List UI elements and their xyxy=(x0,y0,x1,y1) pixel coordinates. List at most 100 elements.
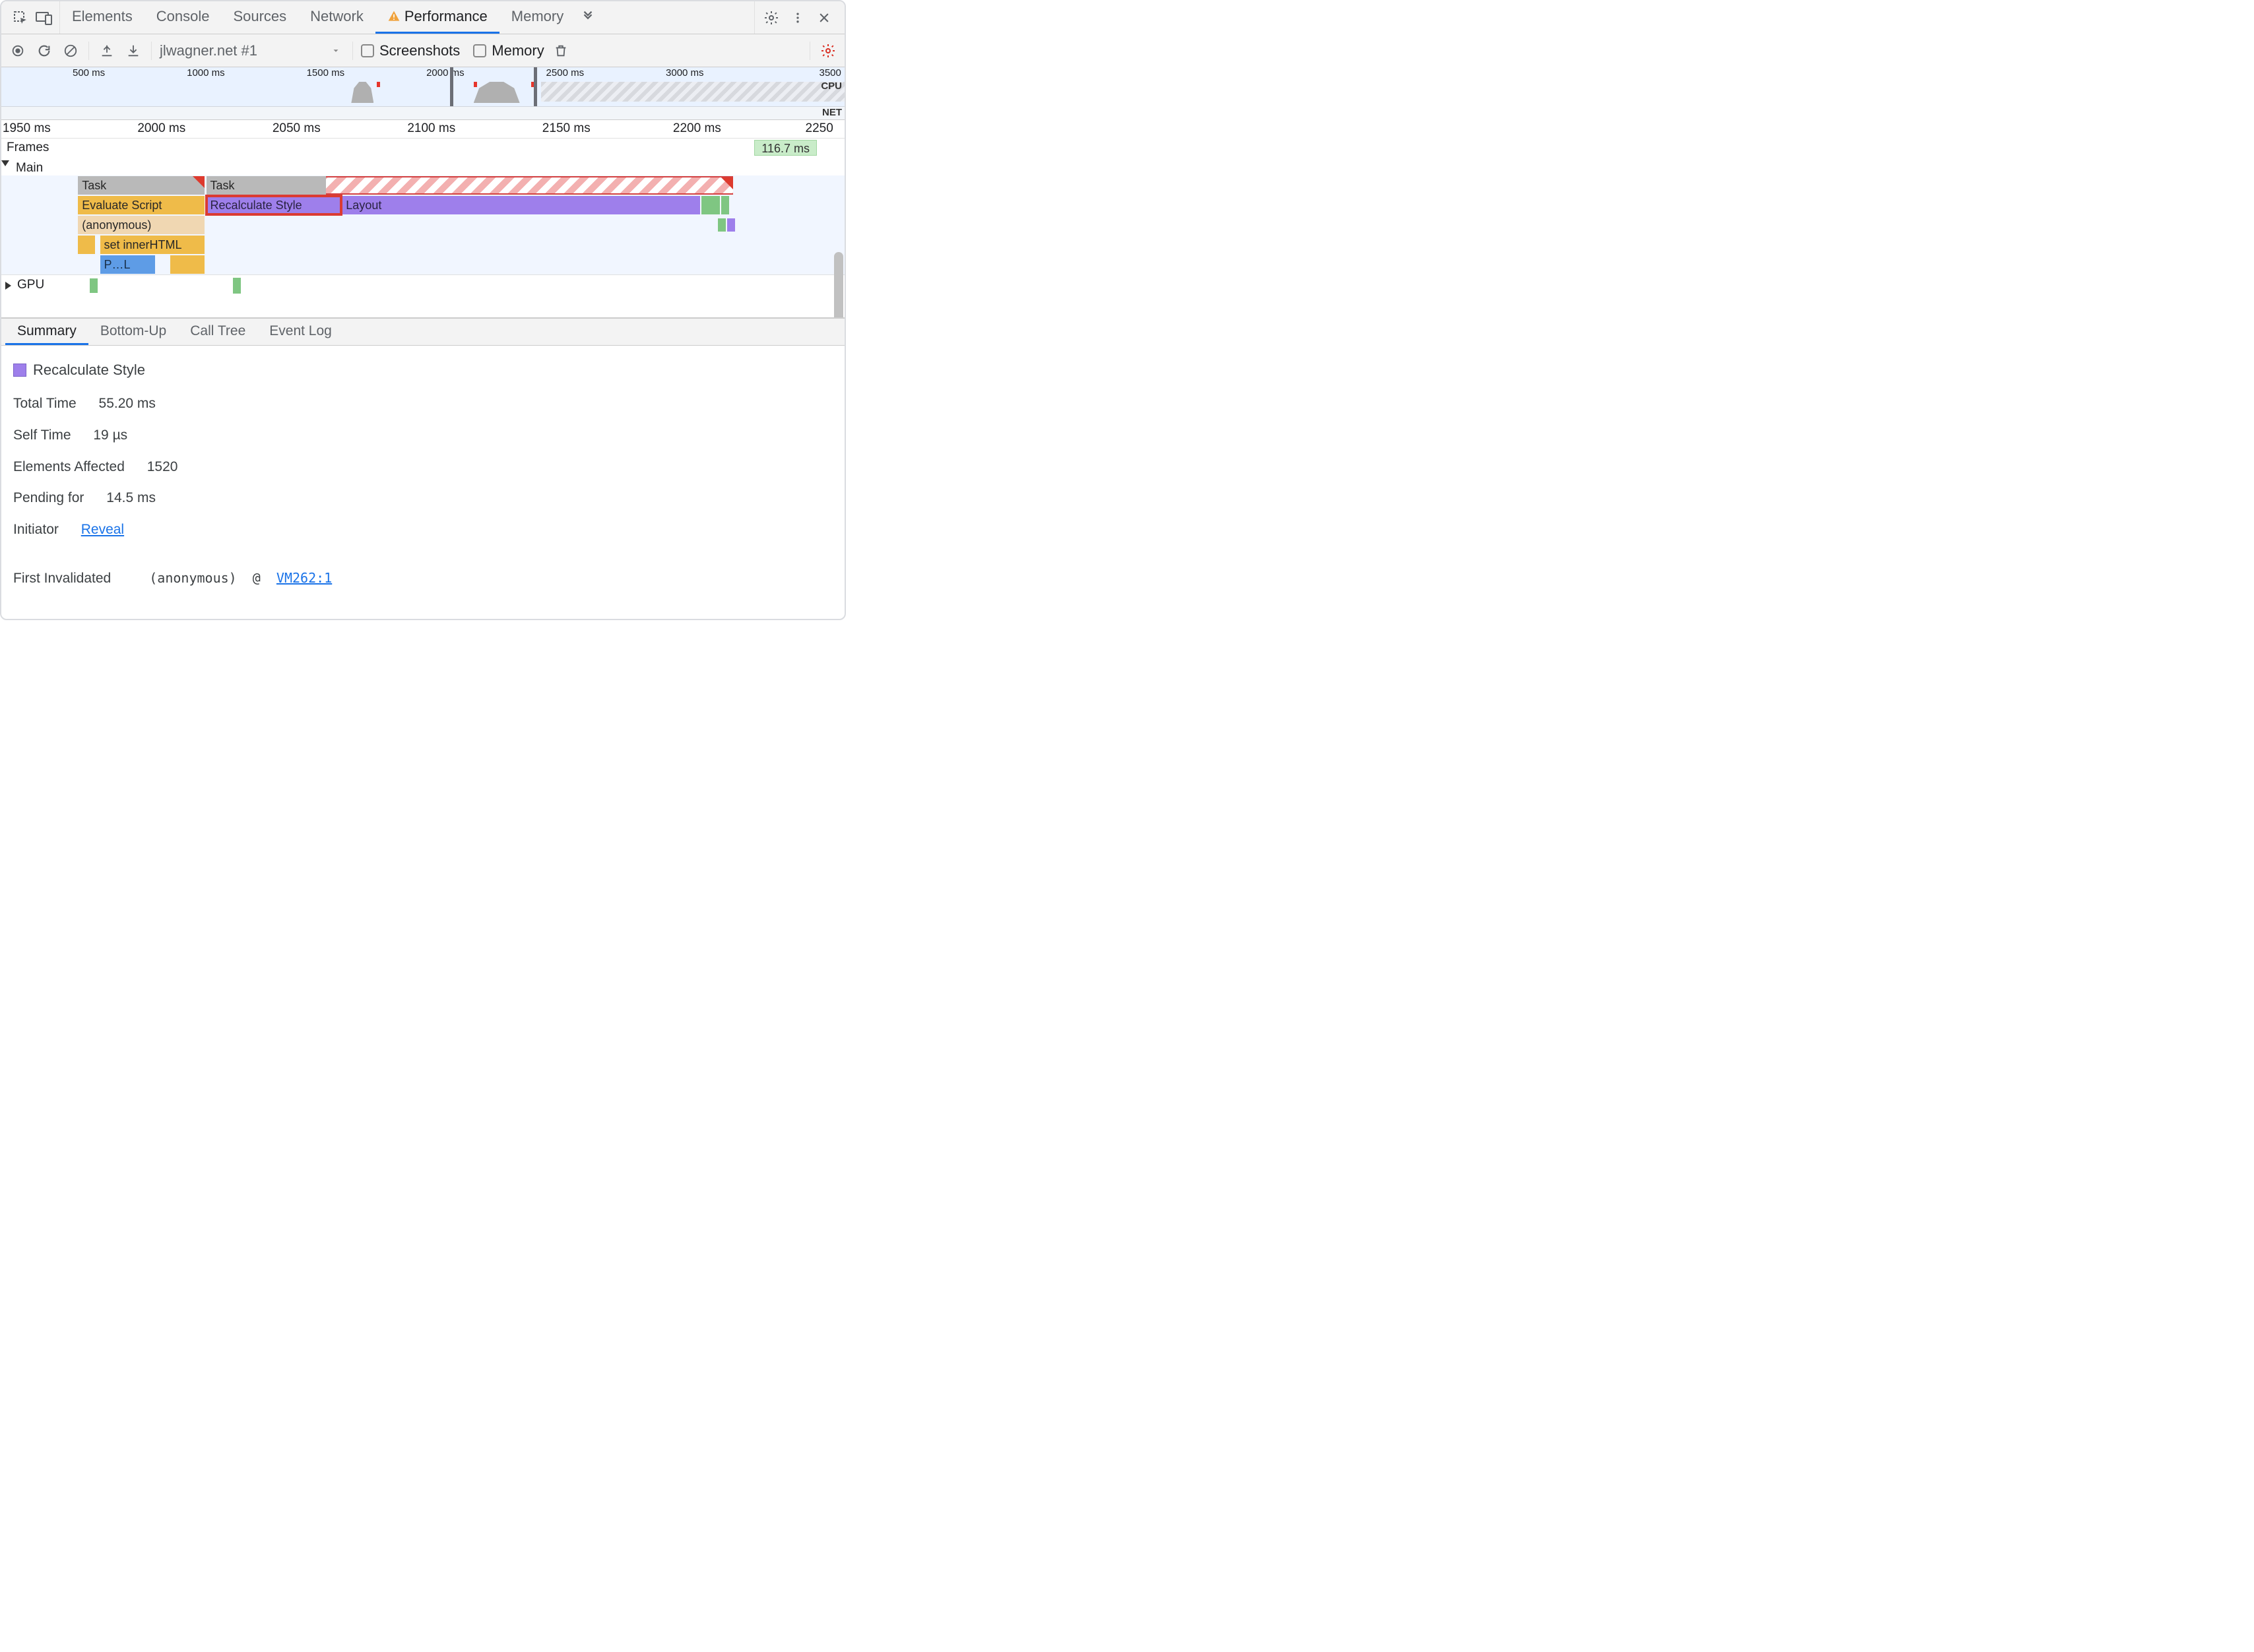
checkbox-icon xyxy=(473,44,486,57)
performance-toolbar: jlwagner.net #1 Screenshots Memory xyxy=(1,34,845,67)
tab-sources[interactable]: Sources xyxy=(221,1,298,34)
cpu-hatched-region xyxy=(541,82,845,102)
disclosure-triangle-icon[interactable] xyxy=(5,282,11,290)
clear-icon[interactable] xyxy=(61,41,80,61)
flame-sliver[interactable] xyxy=(727,218,735,232)
kebab-menu-icon[interactable] xyxy=(788,8,808,28)
flame-anonymous[interactable]: (anonymous) xyxy=(78,216,205,234)
disclosure-triangle-icon[interactable] xyxy=(1,160,9,166)
category-color-chip-icon xyxy=(13,364,26,377)
flame-row: Evaluate Script Recalculate Style Layout xyxy=(1,195,845,215)
long-task-triangle-icon xyxy=(721,177,733,189)
subtab-bottom-up[interactable]: Bottom-Up xyxy=(88,319,178,345)
flame-paint[interactable] xyxy=(701,196,720,214)
recording-select[interactable]: jlwagner.net #1 xyxy=(160,42,344,59)
main-label: Main xyxy=(16,161,43,175)
flame-row: Task Task Task xyxy=(1,175,845,195)
subtab-event-log[interactable]: Event Log xyxy=(257,319,344,345)
device-toolbar-icon[interactable] xyxy=(34,8,54,28)
tabs-overflow[interactable] xyxy=(575,1,600,34)
ruler-tick: 1500 ms xyxy=(307,67,345,79)
subtab-label: Bottom-Up xyxy=(100,323,166,339)
summary-key: Initiator xyxy=(13,517,59,543)
capture-settings-gear-icon[interactable] xyxy=(818,41,838,61)
tab-network[interactable]: Network xyxy=(298,1,375,34)
reload-record-icon[interactable] xyxy=(34,41,54,61)
tab-console[interactable]: Console xyxy=(145,1,222,34)
ruler-tick: 2500 ms xyxy=(546,67,585,79)
ruler-tick: 1000 ms xyxy=(187,67,225,79)
save-profile-icon[interactable] xyxy=(97,41,117,61)
flame-label: Task xyxy=(82,179,106,193)
reveal-link[interactable]: Reveal xyxy=(81,517,124,543)
subtab-label: Event Log xyxy=(269,323,332,339)
summary-value: 19 µs xyxy=(93,422,127,449)
flame-layout[interactable]: Layout xyxy=(342,196,700,214)
devtools-right-tools xyxy=(754,1,841,34)
tab-label: Console xyxy=(156,8,210,25)
source-link[interactable]: VM262:1 xyxy=(276,570,332,586)
overview-timeline[interactable]: 500 ms 1000 ms 1500 ms 2000 ms 2500 ms 3… xyxy=(1,67,845,120)
summary-key: Total Time xyxy=(13,391,77,417)
recording-name: jlwagner.net #1 xyxy=(160,42,257,59)
flame-evaluate-script[interactable]: Evaluate Script xyxy=(78,196,205,214)
net-overview-strip xyxy=(1,106,845,119)
subtab-call-tree[interactable]: Call Tree xyxy=(178,319,257,345)
frames-track[interactable]: Frames 116.7 ms xyxy=(1,139,845,158)
flame-row: set innerHTML xyxy=(1,235,845,255)
flame-sliver[interactable] xyxy=(718,218,726,232)
flame-row: (anonymous) xyxy=(1,215,845,235)
summary-key: Self Time xyxy=(13,422,71,449)
tab-elements[interactable]: Elements xyxy=(60,1,145,34)
tab-label: Memory xyxy=(511,8,564,25)
chevron-down-icon xyxy=(331,46,340,55)
subtab-label: Summary xyxy=(17,323,77,339)
record-button-icon[interactable] xyxy=(8,41,28,61)
devtools-window: Elements Console Sources Network Perform… xyxy=(0,0,846,620)
screenshots-checkbox[interactable]: Screenshots xyxy=(361,42,460,59)
ruler-tick: 3500 xyxy=(820,67,841,79)
gpu-sliver[interactable] xyxy=(90,278,98,293)
frame-chip[interactable]: 116.7 ms xyxy=(754,140,817,156)
summary-value: 14.5 ms xyxy=(106,485,156,511)
tab-label: Performance xyxy=(404,8,488,25)
link-text: VM262:1 xyxy=(276,570,332,586)
flame-chunk[interactable] xyxy=(170,255,205,274)
close-icon[interactable] xyxy=(814,8,834,28)
checkbox-label: Memory xyxy=(492,42,544,59)
tab-label: Elements xyxy=(72,8,133,25)
summary-row: Elements Affected 1520 xyxy=(13,454,833,480)
cpu-label: CPU xyxy=(821,80,842,92)
ruler-tick: 1950 ms xyxy=(3,121,51,136)
vertical-scrollbar[interactable] xyxy=(834,252,843,318)
inspect-element-icon[interactable] xyxy=(11,8,30,28)
main-track-header[interactable]: Main xyxy=(1,158,845,175)
ruler-tick: 2050 ms xyxy=(273,121,321,136)
gpu-track[interactable]: GPU xyxy=(1,274,845,296)
frame-duration: 116.7 ms xyxy=(761,142,810,155)
flame-chunk[interactable] xyxy=(78,236,95,254)
flame-chart[interactable]: 1950 ms 2000 ms 2050 ms 2100 ms 2150 ms … xyxy=(1,120,845,318)
gear-icon[interactable] xyxy=(761,8,781,28)
summary-row: Total Time 55.20 ms xyxy=(13,391,833,417)
memory-checkbox[interactable]: Memory xyxy=(473,42,544,59)
flame-label: Task xyxy=(210,179,235,193)
flame-recalculate-style[interactable]: Recalculate Style xyxy=(207,196,341,214)
flame-label: Evaluate Script xyxy=(82,199,162,212)
summary-title: Recalculate Style xyxy=(13,356,833,384)
flame-composite[interactable] xyxy=(721,196,729,214)
flame-task[interactable]: Task xyxy=(78,176,205,195)
flame-parse-html[interactable]: P…L xyxy=(100,255,155,274)
subtab-summary[interactable]: Summary xyxy=(5,319,88,345)
gpu-sliver[interactable] xyxy=(233,278,241,294)
summary-row: Pending for 14.5 ms xyxy=(13,485,833,511)
flame-set-innerhtml[interactable]: set innerHTML xyxy=(100,236,205,254)
tab-memory[interactable]: Memory xyxy=(499,1,575,34)
frames-label: Frames xyxy=(7,141,49,155)
tab-performance[interactable]: Performance xyxy=(375,1,499,34)
garbage-collect-icon[interactable] xyxy=(551,41,571,61)
first-invalidated-row: First Invalidated (anonymous) @ VM262:1 xyxy=(13,565,833,592)
cpu-activity-hump xyxy=(351,82,373,103)
inspect-dock-tools xyxy=(5,1,60,34)
load-profile-icon[interactable] xyxy=(123,41,143,61)
